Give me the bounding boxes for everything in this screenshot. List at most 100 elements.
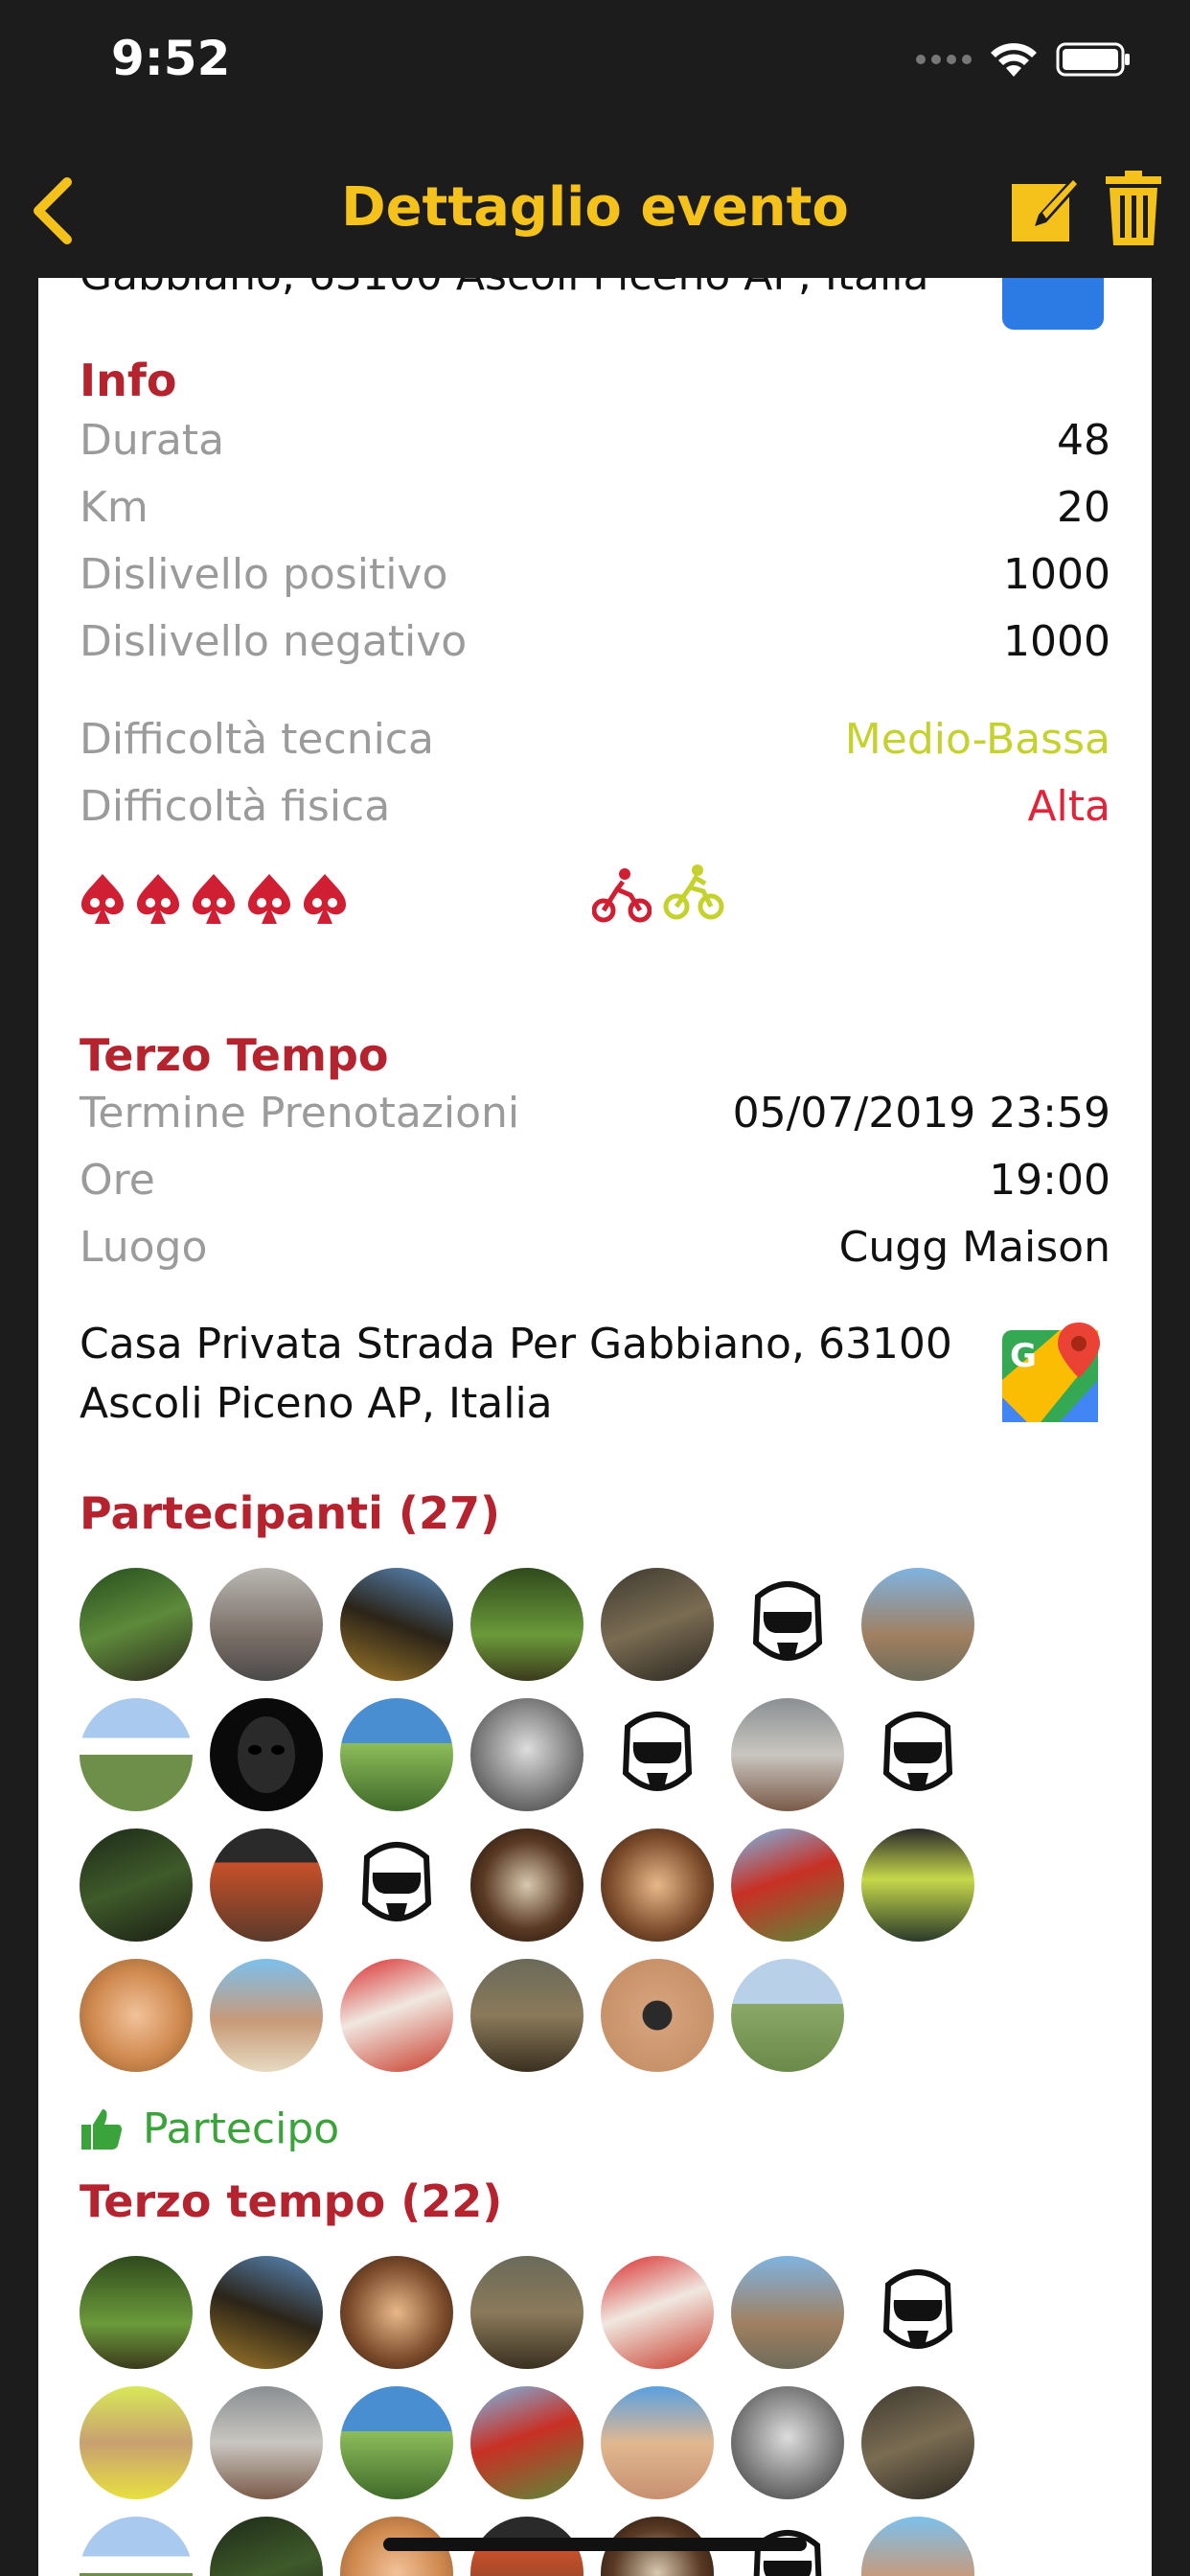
avatar[interactable] [601, 2256, 714, 2369]
avatar[interactable] [731, 1828, 844, 1942]
terzo-row-termine: Termine Prenotazioni 05/07/2019 23:59 [80, 1089, 1110, 1146]
top-address-cut: Gabbiano, 63100 Ascoli Piceno AP, Italia [80, 278, 928, 300]
terzo-value: 19:00 [989, 1156, 1110, 1205]
avatar[interactable] [861, 2386, 974, 2499]
terzo-label: Luogo [80, 1223, 208, 1272]
info-row-difficolta-tecnica: Difficoltà tecnica Medio-Bassa [80, 715, 1110, 772]
info-label: Km [80, 483, 149, 532]
avatar[interactable] [601, 1959, 714, 2072]
avatar[interactable] [470, 2386, 584, 2499]
terzo-label: Ore [80, 1156, 155, 1205]
info-label: Dislivello negativo [80, 617, 468, 666]
spade-icon [248, 874, 290, 924]
avatar[interactable] [80, 2517, 193, 2576]
avatar[interactable] [731, 2256, 844, 2369]
mask-avatar-icon[interactable] [210, 1698, 323, 1811]
difficulty-physical-value: Alta [1027, 782, 1110, 831]
avatar[interactable] [210, 2517, 323, 2576]
home-indicator[interactable] [383, 2538, 807, 2551]
info-label: Difficoltà tecnica [80, 715, 434, 764]
helmet-avatar-icon[interactable] [861, 2256, 974, 2369]
avatar[interactable] [601, 2386, 714, 2499]
spade-icon [304, 874, 346, 924]
avatar[interactable] [470, 2256, 584, 2369]
avatar[interactable] [80, 2256, 193, 2369]
avatar[interactable] [210, 2386, 323, 2499]
info-value: 20 [1057, 483, 1110, 532]
status-time: 9:52 [111, 31, 231, 86]
google-maps-icon[interactable]: G [1002, 1322, 1104, 1424]
spade-icon [137, 874, 179, 924]
avatar[interactable] [470, 1828, 584, 1942]
status-icons [916, 40, 1133, 79]
info-row-durata: Durata 48 [80, 416, 1110, 473]
terzo-address: Casa Privata Strada Per Gabbiano, 63100 … [80, 1315, 999, 1434]
avatar[interactable] [80, 1959, 193, 2072]
info-value: 48 [1057, 416, 1110, 465]
info-row-dislivello-positivo: Dislivello positivo 1000 [80, 550, 1110, 608]
avatar[interactable] [861, 1568, 974, 1681]
avatar[interactable] [210, 2256, 323, 2369]
terzo-value: Cugg Maison [838, 1223, 1110, 1272]
svg-text:G: G [1010, 1337, 1037, 1375]
avatar[interactable] [731, 2386, 844, 2499]
avatar[interactable] [80, 1698, 193, 1811]
avatar[interactable] [470, 1959, 584, 2072]
terzo-address-line2: Ascoli Piceno AP, Italia [80, 1379, 553, 1428]
avatar[interactable] [861, 2517, 974, 2576]
helmet-avatar-icon[interactable] [861, 1698, 974, 1811]
avatar[interactable] [340, 2386, 453, 2499]
info-label: Dislivello positivo [80, 550, 448, 599]
spade-icon [81, 874, 124, 924]
spade-icon [193, 874, 235, 924]
helmet-avatar-icon[interactable] [601, 1698, 714, 1811]
info-value: 1000 [1003, 617, 1110, 666]
terzo-address-line1: Casa Privata Strada Per Gabbiano, 63100 [80, 1320, 952, 1368]
trash-icon[interactable] [1104, 169, 1163, 247]
info-value: 1000 [1003, 550, 1110, 599]
partecipo-label: Partecipo [143, 2104, 340, 2153]
terzo-tempo-list-title: Terzo tempo (22) [80, 2175, 503, 2227]
avatar[interactable] [210, 1828, 323, 1942]
partecipanti-avatar-grid [80, 1568, 999, 2072]
avatar[interactable] [340, 1959, 453, 2072]
maps-icon-cut[interactable] [1002, 278, 1104, 330]
helmet-avatar-icon[interactable] [731, 1568, 844, 1681]
avatar[interactable] [731, 1959, 844, 2072]
info-row-km: Km 20 [80, 483, 1110, 540]
avatar[interactable] [340, 1568, 453, 1681]
avatar[interactable] [470, 1698, 584, 1811]
avatar[interactable] [80, 1828, 193, 1942]
edit-icon[interactable] [1010, 169, 1085, 243]
avatar[interactable] [601, 1828, 714, 1942]
avatar[interactable] [210, 1568, 323, 1681]
signal-icon [916, 55, 972, 64]
terzo-value: 05/07/2019 23:59 [732, 1089, 1110, 1138]
navigation-bar: Dettaglio evento [0, 134, 1190, 278]
terzo-row-ore: Ore 19:00 [80, 1156, 1110, 1213]
partecipo-button[interactable]: Partecipo [80, 2104, 339, 2153]
avatar[interactable] [601, 1568, 714, 1681]
avatar[interactable] [470, 1568, 584, 1681]
avatar[interactable] [731, 1698, 844, 1811]
terzo-tempo-avatar-grid [80, 2256, 999, 2576]
avatar[interactable] [861, 1828, 974, 1942]
avatar[interactable] [210, 1959, 323, 2072]
partecipanti-section-title: Partecipanti (27) [80, 1487, 500, 1539]
avatar[interactable] [80, 2386, 193, 2499]
status-bar: 9:52 [0, 0, 1190, 134]
event-detail-card: Gabbiano, 63100 Ascoli Piceno AP, Italia… [38, 278, 1152, 2576]
avatar[interactable] [340, 1698, 453, 1811]
info-row-difficolta-fisica: Difficoltà fisica Alta [80, 782, 1110, 840]
avatar[interactable] [340, 2256, 453, 2369]
helmet-avatar-icon[interactable] [340, 1828, 453, 1942]
avatar[interactable] [80, 1568, 193, 1681]
bike-uphill-icon [663, 864, 724, 920]
wifi-icon [991, 43, 1037, 77]
rating-spades [80, 872, 348, 926]
battery-icon [1056, 42, 1130, 77]
terzo-row-luogo: Luogo Cugg Maison [80, 1223, 1110, 1280]
terzo-label: Termine Prenotazioni [80, 1089, 520, 1138]
terzo-tempo-section-title: Terzo Tempo [80, 1029, 389, 1081]
info-section-title: Info [80, 355, 177, 406]
